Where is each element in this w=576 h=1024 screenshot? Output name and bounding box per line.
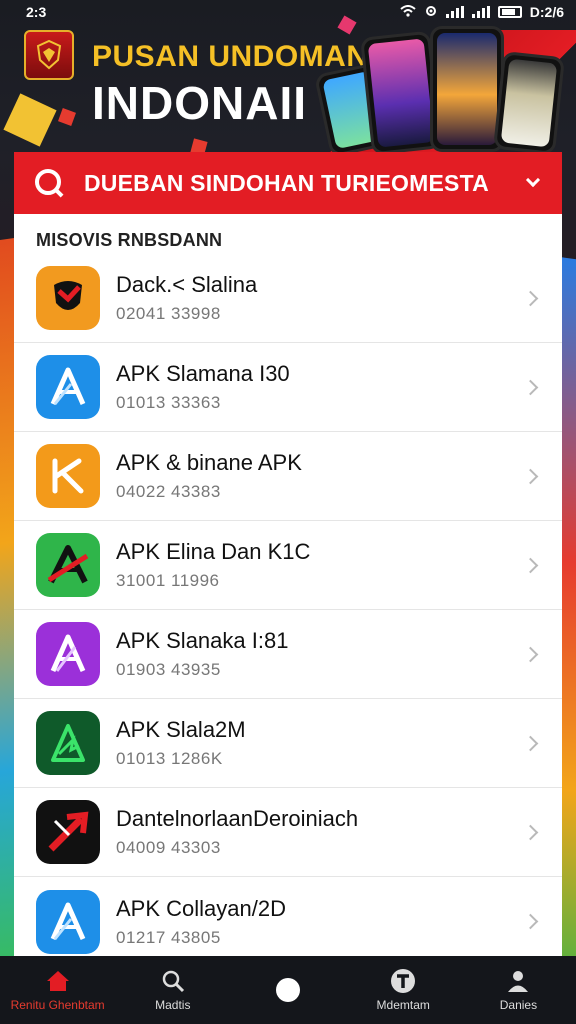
status-right-text: D:2/6 [529, 4, 564, 20]
bottom-nav: Renitu Ghenbtam Madtis Mdemtam Danies [0, 956, 576, 1024]
list-item[interactable]: APK & binane APK 04022 43383 [14, 432, 562, 521]
search-text: DUEBAN SINDOHAN TURIEOMESTA [84, 169, 489, 196]
list-item-subtitle: 04009 43303 [116, 838, 221, 857]
nav-item[interactable]: Madtis [115, 956, 230, 1024]
nav-item[interactable]: Danies [461, 956, 576, 1024]
list-item[interactable]: APK Slanaka I:81 01903 43935 [14, 610, 562, 699]
nav-item[interactable]: Renitu Ghenbtam [0, 956, 115, 1024]
hero-banner: PUSAN UNDOMAN INDONAII [0, 24, 576, 158]
nav-item[interactable]: Mdemtam [346, 956, 461, 1024]
nav-label: Renitu Ghenbtam [10, 998, 105, 1012]
list-item-text: APK Slanaka I:81 01903 43935 [116, 628, 525, 680]
nav-item[interactable] [230, 956, 345, 1024]
list-item-subtitle: 01903 43935 [116, 660, 221, 679]
signal-icon [445, 6, 464, 18]
list-item-text: Dack.< Slalina 02041 33998 [116, 272, 525, 324]
status-time: 2:3 [26, 4, 47, 20]
list-item[interactable]: APK Collayan/2D 01217 43805 [14, 877, 562, 956]
chevron-right-icon [522, 468, 539, 484]
hero-title-line2: INDONAII [92, 77, 307, 129]
list-item[interactable]: DantelnorlaanDeroiniach 04009 43303 [14, 788, 562, 877]
chevron-right-icon [522, 824, 539, 840]
list-item-title: DantelnorlaanDeroiniach [116, 806, 359, 831]
apk-a-green-icon [36, 533, 100, 597]
chevron-right-icon [522, 913, 539, 930]
chevron-right-icon [522, 646, 539, 662]
list-item-text: DantelnorlaanDeroiniach 04009 43303 [116, 806, 525, 858]
list-item-title: APK Slamana I30 [116, 361, 290, 386]
chevron-down-icon[interactable] [525, 172, 541, 188]
chevron-right-icon [522, 290, 539, 306]
apk-a-icon [36, 355, 100, 419]
status-bar: 2:3 D:2/6 [0, 0, 576, 24]
nav-label: Madtis [155, 998, 191, 1012]
list-item[interactable]: Dack.< Slalina 02041 33998 [14, 254, 562, 343]
chevron-right-icon [522, 379, 539, 395]
nav-label: Danies [499, 998, 538, 1012]
list-item[interactable]: APK Elina Dan K1C 31001 11996 [14, 521, 562, 610]
circle-icon [275, 977, 301, 1003]
list-item-subtitle: 01013 33363 [116, 393, 221, 412]
home-icon [45, 968, 71, 994]
emblem-logo-icon [24, 30, 74, 80]
list-item[interactable]: APK Slala2M 01013 1286K [14, 699, 562, 788]
person-icon [506, 968, 530, 994]
apk-arrow-icon [36, 711, 100, 775]
list-item-text: APK Slala2M 01013 1286K [116, 717, 525, 769]
chevron-right-icon [522, 557, 539, 573]
apk-k-icon [36, 444, 100, 508]
t-badge-icon [390, 968, 416, 994]
chevron-right-icon [522, 735, 539, 751]
list-item-subtitle: 02041 33998 [116, 304, 221, 323]
section-title: MISOVIS RNBSDANN [36, 230, 223, 250]
list-item[interactable]: APK Slamana I30 01013 33363 [14, 343, 562, 432]
apk-a-purple-icon [36, 622, 100, 686]
list-item-title: APK Slanaka I:81 [116, 628, 289, 653]
list-item-text: APK & binane APK 04022 43383 [116, 450, 525, 502]
list-item-text: APK Slamana I30 01013 33363 [116, 361, 525, 413]
list-item-subtitle: 04022 43383 [116, 482, 221, 501]
list-item-subtitle: 01013 1286K [116, 749, 223, 768]
list-item-title: APK Slala2M [116, 717, 246, 742]
list-item-title: APK Elina Dan K1C [116, 539, 311, 564]
search-icon [161, 968, 185, 994]
phones-illustration [313, 26, 568, 158]
list-item-subtitle: 01217 43805 [116, 927, 221, 947]
list-item-title: APK & binane APK [116, 450, 302, 475]
list-item-text: APK Elina Dan K1C 31001 11996 [116, 539, 525, 591]
arrow-icon [36, 800, 100, 864]
shield-icon [36, 266, 100, 330]
list-item-text: APK Collayan/2D 01217 43805 [116, 896, 525, 948]
search-bar[interactable]: DUEBAN SINDOHAN TURIEOMESTA [14, 152, 562, 214]
app-list: MISOVIS RNBSDANN Dack.< Slalina 02041 339… [14, 214, 562, 956]
list-item-subtitle: 31001 11996 [116, 571, 220, 590]
settings-icon [424, 4, 438, 21]
signal-icon-2 [471, 6, 490, 18]
apk-a-blue-icon [36, 889, 100, 954]
nav-label: Mdemtam [376, 998, 430, 1012]
search-icon [32, 166, 66, 200]
wifi-icon [400, 4, 416, 20]
list-item-title: Dack.< Slalina [116, 272, 258, 297]
list-item-title: APK Collayan/2D [116, 895, 286, 921]
battery-icon [497, 6, 522, 18]
